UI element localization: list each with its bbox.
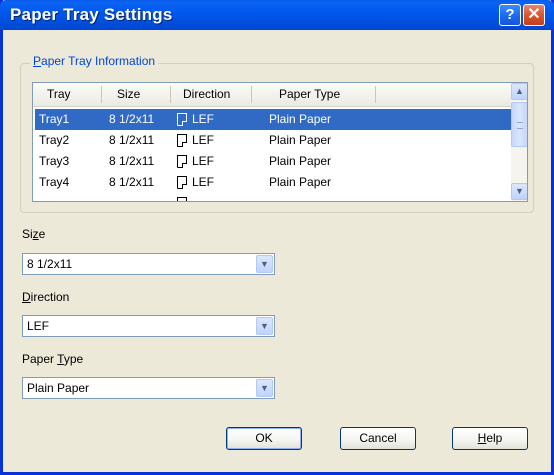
dialog-title: Paper Tray Settings: [10, 5, 173, 24]
direction-dropdown[interactable]: LEF ▼: [22, 315, 275, 337]
scroll-down-icon[interactable]: ▼: [511, 183, 527, 200]
column-divider[interactable]: [375, 86, 376, 103]
paper-tray-list[interactable]: Tray Size Direction Paper Type Tray1 8 1…: [32, 82, 528, 202]
column-header-size[interactable]: Size: [117, 83, 140, 106]
tray-cell: Tray3: [39, 154, 70, 168]
direction-cell: LEF: [192, 133, 215, 147]
grip-icon: [517, 122, 523, 129]
direction-cell: LEF: [192, 112, 215, 126]
chevron-down-icon[interactable]: ▼: [256, 255, 273, 273]
size-cell: 8 1/2x11: [109, 175, 155, 189]
paper-type-cell: Plain Paper: [269, 154, 332, 168]
direction-label: Direction: [22, 290, 70, 304]
chevron-down-icon[interactable]: ▼: [256, 317, 273, 335]
paper-type-value: Plain Paper: [27, 381, 90, 395]
partial-row[interactable]: [35, 193, 511, 201]
column-header-direction[interactable]: Direction: [183, 83, 230, 106]
size-dropdown[interactable]: 8 1/2x11 ▼: [22, 253, 275, 275]
column-header-tray[interactable]: Tray: [47, 83, 71, 106]
direction-cell: LEF: [192, 175, 215, 189]
page-icon: [177, 113, 187, 126]
list-header: Tray Size Direction Paper Type: [33, 83, 511, 107]
column-divider[interactable]: [170, 86, 171, 103]
paper-type-cell: Plain Paper: [269, 133, 332, 147]
direction-cell: LEF: [192, 154, 215, 168]
page-icon: [177, 176, 187, 189]
help-icon[interactable]: ?: [499, 4, 521, 26]
page-icon: [177, 155, 187, 168]
size-value: 8 1/2x11: [27, 257, 73, 271]
paper-type-cell: Plain Paper: [269, 175, 332, 189]
column-header-paper-type[interactable]: Paper Type: [279, 83, 340, 106]
scroll-up-icon[interactable]: ▲: [511, 83, 527, 100]
size-cell: 8 1/2x11: [109, 154, 155, 168]
page-icon: [177, 134, 187, 147]
size-cell: 8 1/2x11: [109, 112, 155, 126]
direction-value: LEF: [27, 319, 50, 333]
table-row[interactable]: Tray3 8 1/2x11 LEF Plain Paper: [35, 151, 511, 172]
scroll-thumb[interactable]: [511, 102, 527, 147]
table-row[interactable]: Tray4 8 1/2x11 LEF Plain Paper: [35, 172, 511, 193]
list-scrollbar[interactable]: ▲ ▼: [511, 83, 527, 201]
paper-type-label: Paper Type: [22, 352, 84, 366]
page-icon: [177, 197, 187, 201]
column-divider[interactable]: [251, 86, 252, 103]
column-divider[interactable]: [101, 86, 102, 103]
title-bar[interactable]: Paper Tray Settings ? ✕: [0, 0, 554, 30]
table-row[interactable]: Tray2 8 1/2x11 LEF Plain Paper: [35, 130, 511, 151]
help-button[interactable]: Help: [452, 427, 528, 450]
size-label: Size: [22, 227, 46, 241]
close-icon[interactable]: ✕: [523, 4, 545, 26]
tray-cell: Tray1: [39, 112, 70, 126]
table-row[interactable]: Tray1 8 1/2x11 LEF Plain Paper: [35, 109, 511, 130]
tray-cell: Tray4: [39, 175, 70, 189]
tray-cell: Tray2: [39, 133, 70, 147]
chevron-down-icon[interactable]: ▼: [256, 379, 273, 397]
paper-type-cell: Plain Paper: [269, 112, 332, 126]
paper-type-dropdown[interactable]: Plain Paper ▼: [22, 377, 275, 399]
size-cell: 8 1/2x11: [109, 133, 155, 147]
ok-button[interactable]: OK: [226, 427, 302, 450]
group-label: Paper Tray Information: [30, 54, 159, 68]
cancel-button[interactable]: Cancel: [340, 427, 416, 450]
